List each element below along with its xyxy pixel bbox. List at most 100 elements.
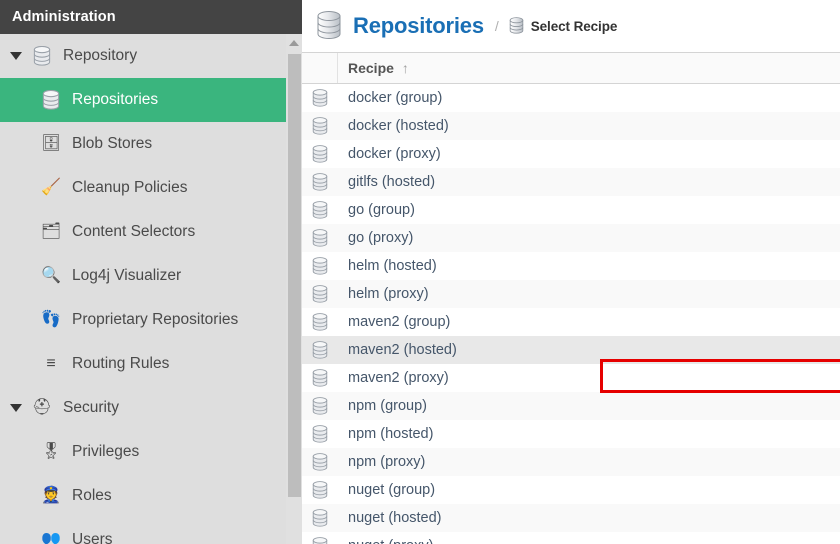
table-row[interactable]: gitlfs (hosted) — [302, 168, 840, 196]
breadcrumb-separator: / — [494, 18, 499, 34]
grid-header-recipe-column[interactable]: Recipe ↑ — [338, 53, 840, 83]
signpost-icon: ≡ — [46, 355, 56, 372]
sidebar-item-label: Log4j Visualizer — [72, 267, 182, 284]
grid-header-icon-column — [302, 53, 338, 83]
database-icon — [316, 11, 342, 41]
footprints-icon: 👣 — [41, 311, 61, 328]
database-icon — [302, 116, 338, 136]
sidebar-item-repositories[interactable]: Repositories — [0, 78, 286, 122]
database-icon — [302, 508, 338, 528]
recipe-name: go (proxy) — [348, 230, 414, 246]
database-icon — [31, 45, 53, 67]
sidebar-item-users[interactable]: 👥 Users — [0, 518, 286, 544]
recipe-name: go (group) — [348, 202, 415, 218]
medal-icon: 🎖 — [40, 443, 62, 460]
table-row[interactable]: maven2 (group) — [302, 308, 840, 336]
broom-icon: 🧹 — [41, 179, 61, 196]
sidebar-group-label: Security — [63, 399, 119, 416]
table-row[interactable]: nuget (proxy) — [302, 532, 840, 544]
sidebar-item-content-selectors[interactable]: 🗂 Content Selectors — [0, 210, 286, 254]
sidebar-item-privileges[interactable]: 🎖 Privileges — [0, 430, 286, 474]
database-icon — [302, 284, 338, 304]
table-row[interactable]: npm (group) — [302, 392, 840, 420]
database-icon — [302, 396, 338, 416]
breadcrumb-current-page: Select Recipe — [530, 18, 618, 34]
sidebar-header-title: Administration — [12, 9, 116, 25]
table-row[interactable]: helm (proxy) — [302, 280, 840, 308]
database-icon — [302, 536, 338, 544]
server-rack-icon: 🗄 — [40, 135, 62, 152]
database-icon — [40, 89, 62, 111]
database-icon — [302, 144, 338, 164]
table-row[interactable]: docker (proxy) — [302, 140, 840, 168]
sidebar-item-blob-stores[interactable]: 🗄 Blob Stores — [0, 122, 286, 166]
database-icon — [302, 312, 338, 332]
database-icon — [509, 17, 524, 35]
sidebar-item-label: Privileges — [72, 443, 140, 460]
recipe-grid: Recipe ↑ docker (group) docker (hosted) do… — [302, 52, 840, 544]
binoculars-icon: 🔍 — [41, 267, 61, 284]
grid-header-recipe-label: Recipe — [348, 60, 394, 76]
database-icon — [302, 256, 338, 276]
database-icon — [302, 228, 338, 248]
sidebar-item-log4j-visualizer[interactable]: 🔍 Log4j Visualizer — [0, 254, 286, 298]
sidebar-item-label: Repositories — [72, 91, 159, 108]
database-icon — [302, 200, 338, 220]
recipe-name: docker (group) — [348, 90, 443, 106]
users-icon: 👥 — [41, 531, 61, 544]
application-window: Administration Repository Repositories 🗄 Bl… — [0, 0, 840, 544]
table-row[interactable]: maven2 (hosted) — [302, 336, 840, 364]
sidebar-item-roles[interactable]: 👮 Roles — [0, 474, 286, 518]
recipe-name: docker (proxy) — [348, 146, 441, 162]
recipe-name: npm (proxy) — [348, 454, 426, 470]
sidebar-item-label: Blob Stores — [72, 135, 153, 152]
chevron-down-icon[interactable] — [10, 52, 22, 60]
sidebar-group-label: Repository — [63, 47, 138, 64]
officer-icon: 👮 — [41, 487, 61, 504]
sidebar-scrollbar-thumb[interactable] — [288, 54, 301, 497]
table-row[interactable]: nuget (hosted) — [302, 504, 840, 532]
database-icon — [302, 88, 338, 108]
table-row[interactable]: docker (hosted) — [302, 112, 840, 140]
database-icon — [302, 340, 338, 360]
sidebar-group-repository[interactable]: Repository — [0, 34, 286, 78]
shield-person-icon: ⛑ — [31, 399, 53, 416]
table-row[interactable]: npm (hosted) — [302, 420, 840, 448]
recipe-name: nuget (proxy) — [338, 538, 840, 544]
recipe-name: maven2 (hosted) — [348, 342, 457, 358]
recipe-name: npm (group) — [348, 398, 427, 414]
table-row[interactable]: maven2 (proxy) — [302, 364, 840, 392]
table-row[interactable]: docker (group) — [302, 84, 840, 112]
scroll-up-arrow-icon[interactable] — [286, 34, 302, 51]
sidebar-header: Administration — [0, 0, 302, 34]
recipe-name: helm (proxy) — [348, 286, 429, 302]
sidebar-item-cleanup-policies[interactable]: 🧹 Cleanup Policies — [0, 166, 286, 210]
table-row[interactable]: go (proxy) — [302, 224, 840, 252]
recipe-name: nuget (group) — [348, 482, 436, 498]
sidebar-item-label: Cleanup Policies — [72, 179, 188, 196]
grid-body: docker (group) docker (hosted) docker (pro… — [302, 84, 840, 544]
database-icon — [302, 480, 338, 500]
recipe-name: maven2 (proxy) — [348, 370, 449, 386]
main-content: Repositories / Select Recipe Recipe ↑ do… — [302, 0, 840, 544]
recipe-name: nuget (hosted) — [348, 510, 442, 526]
sidebar-item-proprietary-repositories[interactable]: 👣 Proprietary Repositories — [0, 298, 286, 342]
table-row[interactable]: go (group) — [302, 196, 840, 224]
recipe-name: npm (hosted) — [348, 426, 434, 442]
sidebar-group-security[interactable]: ⛑ Security — [0, 386, 286, 430]
database-icon — [302, 424, 338, 444]
breadcrumb: Repositories / Select Recipe — [302, 0, 840, 52]
breadcrumb-root-link[interactable]: Repositories — [353, 13, 484, 39]
recipe-name: gitlfs (hosted) — [348, 174, 436, 190]
sidebar-scrollbar[interactable] — [286, 34, 302, 544]
sidebar-item-label: Routing Rules — [72, 355, 170, 372]
grid-header-row: Recipe ↑ — [302, 52, 840, 84]
table-row[interactable]: nuget (group) — [302, 476, 840, 504]
table-row[interactable]: npm (proxy) — [302, 448, 840, 476]
sidebar-item-routing-rules[interactable]: ≡ Routing Rules — [0, 342, 286, 386]
sidebar-nav: Repository Repositories 🗄 Blob Stores 🧹 Clean… — [0, 34, 286, 544]
chevron-down-icon[interactable] — [10, 404, 22, 412]
sidebar-item-label: Roles — [72, 487, 112, 504]
table-row[interactable]: helm (hosted) — [302, 252, 840, 280]
sidebar-item-label: Users — [72, 531, 113, 544]
